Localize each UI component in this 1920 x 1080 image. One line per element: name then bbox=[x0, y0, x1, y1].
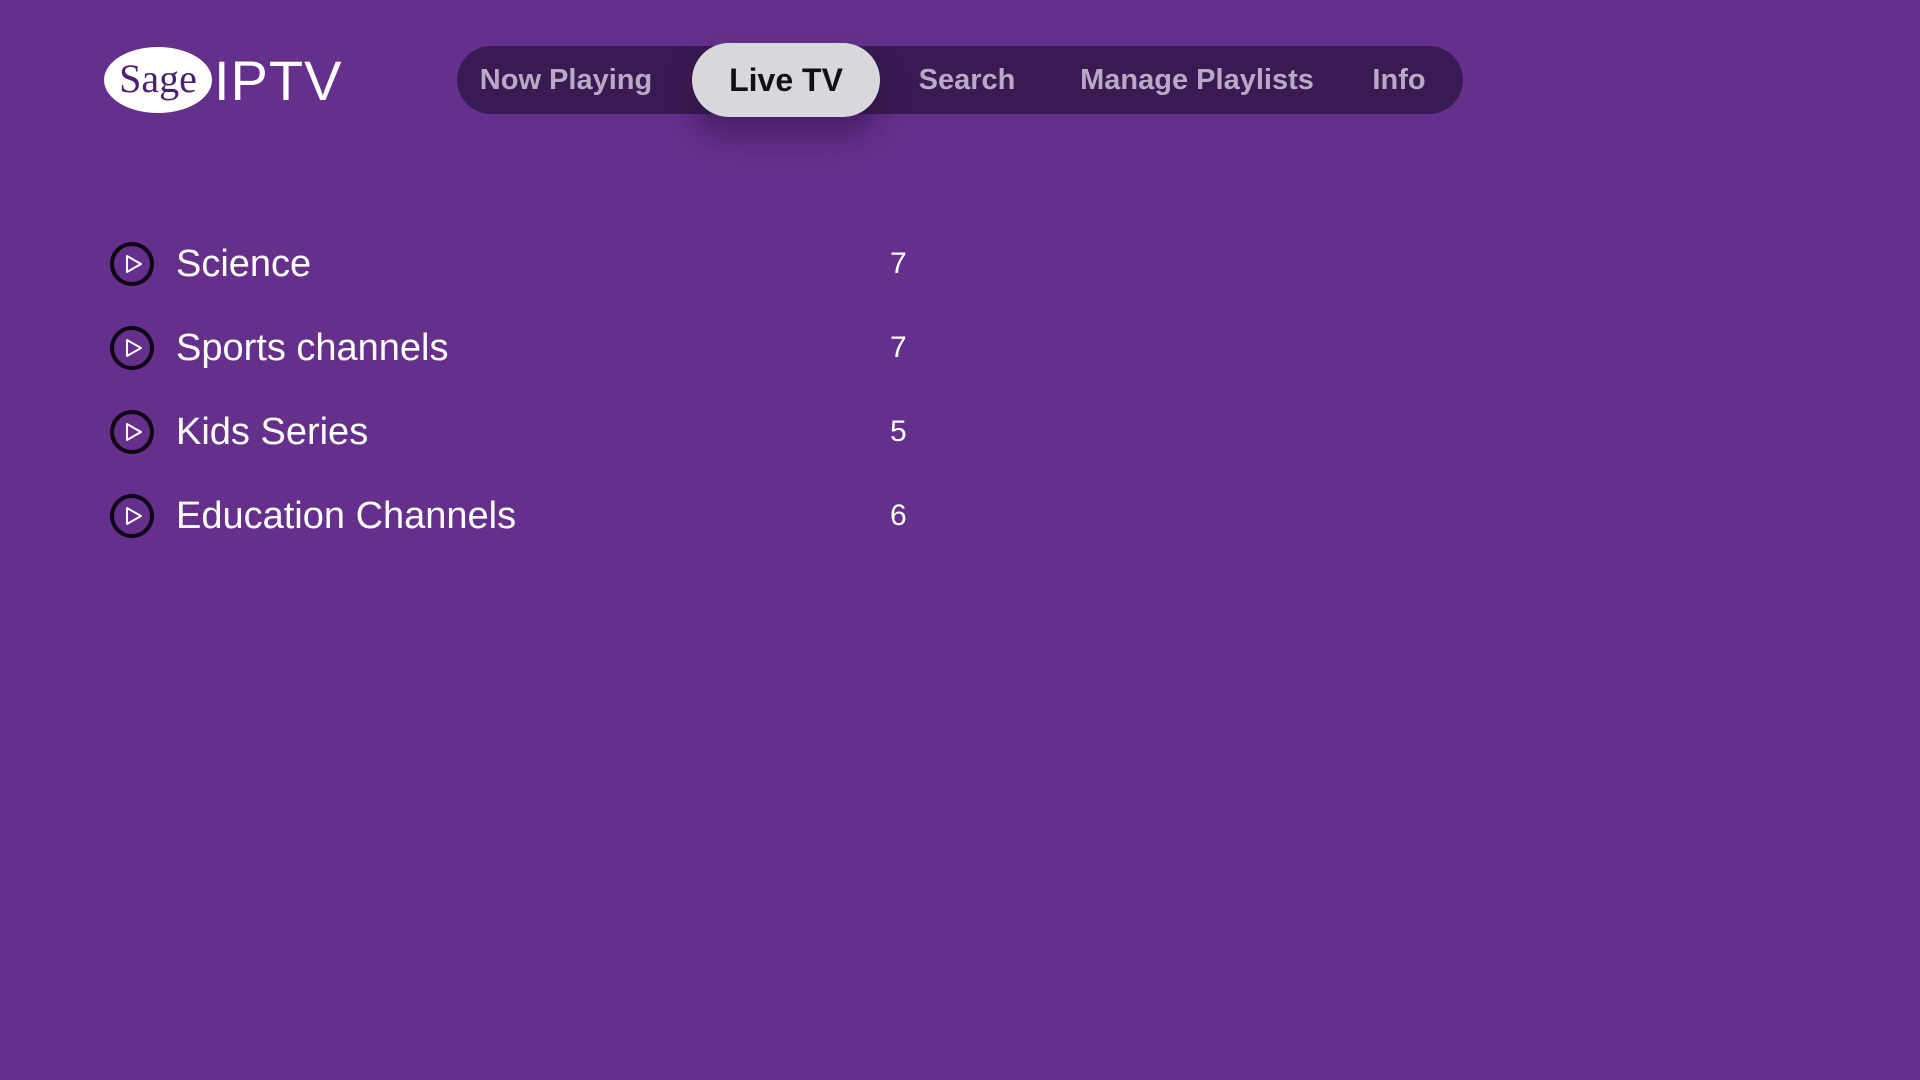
top-nav-bar: Now Playing Live TV Search Manage Playli… bbox=[457, 43, 1463, 117]
tab-manage-playlists[interactable]: Manage Playlists bbox=[1057, 46, 1337, 114]
logo-oval: Sage bbox=[104, 47, 212, 113]
channel-count: 7 bbox=[890, 247, 907, 280]
category-list: Science 7 Sports channels 7 Kids Series … bbox=[110, 222, 910, 558]
channel-count: 5 bbox=[890, 415, 907, 448]
screen: Sage IPTV Now Playing Live TV Search Man… bbox=[0, 0, 1920, 1080]
app-logo: Sage IPTV bbox=[104, 46, 342, 114]
play-circle-icon bbox=[110, 242, 154, 286]
category-name: Kids Series bbox=[176, 410, 369, 453]
channel-count: 6 bbox=[890, 499, 907, 532]
tab-search[interactable]: Search bbox=[897, 46, 1037, 114]
play-circle-icon bbox=[110, 410, 154, 454]
tab-now-playing[interactable]: Now Playing bbox=[477, 46, 655, 114]
tab-info[interactable]: Info bbox=[1353, 46, 1445, 114]
logo-text: IPTV bbox=[214, 48, 343, 112]
play-circle-icon bbox=[110, 326, 154, 370]
logo-mark: Sage bbox=[119, 55, 197, 101]
tab-live-tv[interactable]: Live TV bbox=[692, 43, 880, 117]
category-name: Education Channels bbox=[176, 494, 517, 537]
play-circle-icon bbox=[110, 494, 154, 538]
category-name: Science bbox=[176, 242, 312, 285]
category-row-sports-channels[interactable]: Sports channels 7 bbox=[110, 306, 910, 390]
category-row-education-channels[interactable]: Education Channels 6 bbox=[110, 474, 910, 558]
category-name: Sports channels bbox=[176, 326, 449, 369]
category-row-science[interactable]: Science 7 bbox=[110, 222, 910, 306]
channel-count: 7 bbox=[890, 331, 907, 364]
category-row-kids-series[interactable]: Kids Series 5 bbox=[110, 390, 910, 474]
